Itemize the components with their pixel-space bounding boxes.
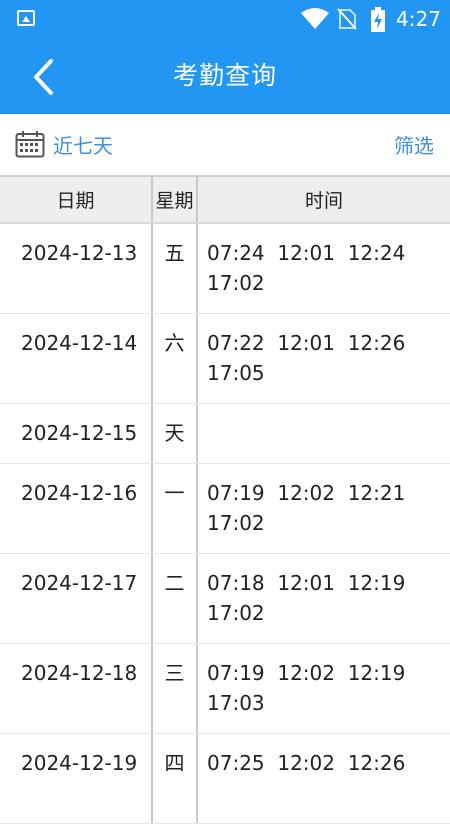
row-date: 2024-12-15 xyxy=(21,421,138,445)
table-row[interactable]: 2024-12-17 二 07:18 12:01 12:19 17:02 xyxy=(0,554,450,644)
table-row[interactable]: 2024-12-19 四 07:25 12:02 12:26 xyxy=(0,734,450,824)
row-date: 2024-12-16 xyxy=(21,481,138,505)
column-header-weekday: 星期 xyxy=(151,177,198,222)
row-times: 07:19 12:02 12:21 17:02 xyxy=(207,481,406,535)
column-header-time: 时间 xyxy=(304,190,343,212)
row-weekday: 天 xyxy=(151,404,198,463)
calendar-icon[interactable] xyxy=(15,130,45,158)
date-range-selector[interactable]: 近七天 xyxy=(53,133,113,159)
row-times: 07:25 12:02 12:26 xyxy=(207,751,406,775)
app-header: 4:27 考勤查询 xyxy=(0,0,450,114)
no-sim-icon xyxy=(337,8,357,30)
row-weekday: 一 xyxy=(151,464,198,553)
row-weekday: 四 xyxy=(151,734,198,823)
table-row[interactable]: 2024-12-14 六 07:22 12:01 12:26 17:05 xyxy=(0,314,450,404)
row-date: 2024-12-14 xyxy=(21,331,138,355)
row-times: 07:18 12:01 12:19 17:02 xyxy=(207,571,406,625)
attendance-table: 日期 星期 时间 2024-12-13 五 07:24 12:01 12:24 … xyxy=(0,175,450,824)
table-row[interactable]: 2024-12-15 天 xyxy=(0,404,450,464)
row-date: 2024-12-13 xyxy=(21,241,138,265)
row-date: 2024-12-19 xyxy=(21,751,138,775)
row-weekday: 六 xyxy=(151,314,198,403)
row-times: 07:19 12:02 12:19 17:03 xyxy=(207,661,406,715)
row-times: 07:22 12:01 12:26 17:05 xyxy=(207,331,406,385)
page-title: 考勤查询 xyxy=(172,61,277,90)
row-weekday: 二 xyxy=(151,554,198,643)
filter-button[interactable]: 筛选 xyxy=(394,133,434,159)
battery-charging-icon xyxy=(371,7,385,32)
row-weekday: 五 xyxy=(151,224,198,313)
column-header-date: 日期 xyxy=(56,190,95,212)
table-row[interactable]: 2024-12-13 五 07:24 12:01 12:24 17:02 xyxy=(0,224,450,314)
row-date: 2024-12-17 xyxy=(21,571,138,595)
table-row[interactable]: 2024-12-18 三 07:19 12:02 12:19 17:03 xyxy=(0,644,450,734)
row-times: 07:24 12:01 12:24 17:02 xyxy=(207,241,406,295)
row-date: 2024-12-18 xyxy=(21,661,138,685)
row-weekday: 三 xyxy=(151,644,198,733)
image-notification-icon xyxy=(17,10,35,26)
status-bar: 4:27 xyxy=(0,0,450,38)
status-time: 4:27 xyxy=(396,7,441,31)
row-times xyxy=(198,404,450,463)
table-header: 日期 星期 时间 xyxy=(0,175,450,224)
wifi-icon xyxy=(301,8,329,29)
table-row[interactable]: 2024-12-16 一 07:19 12:02 12:21 17:02 xyxy=(0,464,450,554)
